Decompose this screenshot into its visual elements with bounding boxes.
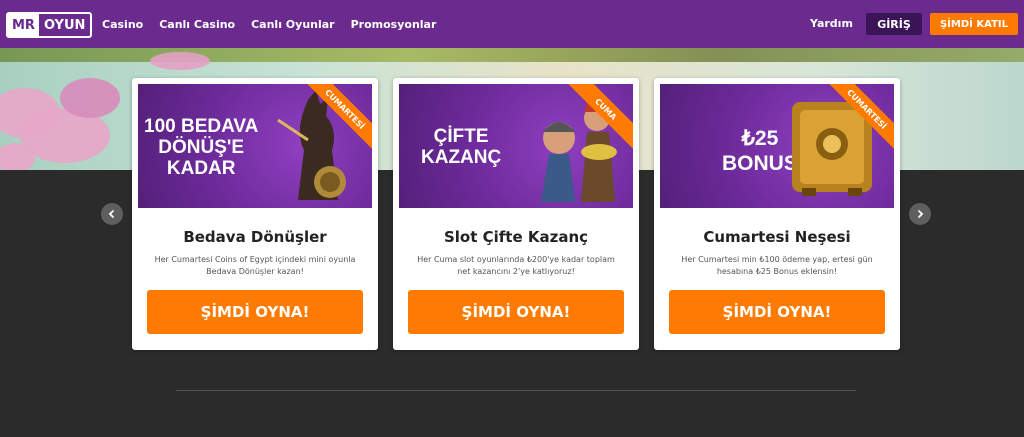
carousel-prev-button[interactable] [101,203,123,225]
play-now-button[interactable]: ŞİMDİ OYNA! [408,290,624,334]
banner-text: ÇİFTE KAZANÇ [421,126,502,168]
nav-live-casino[interactable]: Canlı Casino [159,18,235,31]
play-now-button[interactable]: ŞİMDİ OYNA! [669,290,885,334]
site-logo[interactable]: MR OYUN [6,12,93,38]
promo-banner[interactable]: 100 BEDAVA DÖNÜŞ'E KADAR CUMARTESİ [138,84,372,208]
main-nav: Casino Canlı Casino Canlı Oyunlar Promos… [102,0,436,48]
card-title: Bedava Dönüşler [183,228,327,246]
section-divider [176,390,856,391]
blossom-decoration [60,78,120,118]
banner-text: ₺25 BONUS [722,127,798,175]
promo-card-free-spins: 100 BEDAVA DÖNÜŞ'E KADAR CUMARTESİ Bedav… [132,78,378,350]
card-description: Her Cumartesi Coins of Egypt içindeki mi… [154,255,356,276]
promo-card-slot-double: ÇİFTE KAZANÇ CUMA Slot Çifte Kazanç Her … [393,78,639,350]
login-button[interactable]: GİRİŞ [866,13,922,35]
card-description: Her Cuma slot oyunlarında ₺200'ye kadar … [417,255,615,276]
carousel-next-button[interactable] [909,203,931,225]
join-now-button[interactable]: ŞİMDİ KATIL [930,13,1018,35]
blossom-decoration [150,52,210,70]
nav-live-games[interactable]: Canlı Oyunlar [251,18,335,31]
card-title: Cumartesi Neşesi [703,228,851,246]
card-title: Slot Çifte Kazanç [443,228,589,246]
promo-card-saturday-fun: ₺25 BONUS CUMARTESİ Cumartesi Neşesi Her… [654,78,900,350]
promo-banner[interactable]: ÇİFTE KAZANÇ CUMA [399,84,633,208]
promo-banner[interactable]: ₺25 BONUS CUMARTESİ [660,84,894,208]
logo-oyun: OYUN [43,17,86,33]
banner-text: 100 BEDAVA DÖNÜŞ'E KADAR [144,116,259,179]
top-header: MR OYUN Casino Canlı Casino Canlı Oyunla… [0,0,1024,48]
chevron-left-icon [108,209,115,219]
logo-mr: MR [8,14,39,36]
nav-promotions[interactable]: Promosyonlar [351,18,437,31]
nav-casino[interactable]: Casino [102,18,143,31]
card-description: Her Cumartesi min ₺100 ödeme yap, ertesi… [681,255,873,276]
blossom-decoration [0,143,35,170]
chevron-right-icon [917,209,924,219]
play-now-button[interactable]: ŞİMDİ OYNA! [147,290,363,334]
help-link[interactable]: Yardım [810,17,853,30]
